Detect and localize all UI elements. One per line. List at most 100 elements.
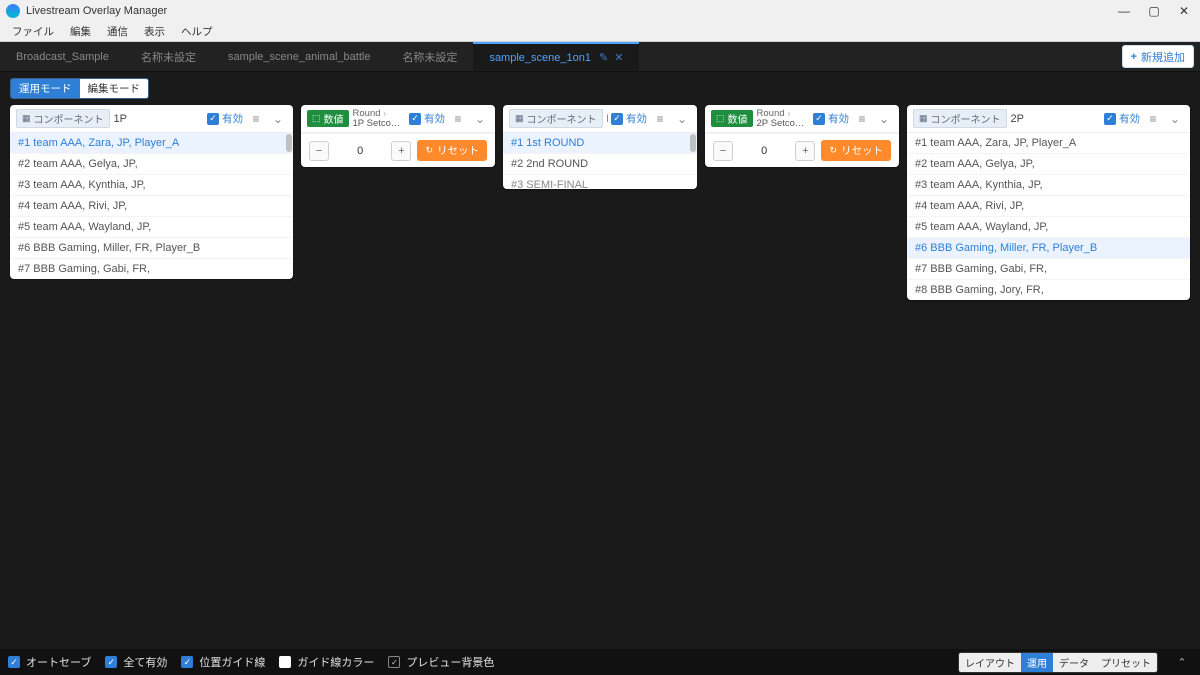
checkbox-checked-icon: ✓ [611, 113, 623, 125]
setcount-1p-value[interactable]: 0 [335, 145, 385, 157]
panel-2p-menu-icon[interactable]: ≡ [1144, 112, 1162, 126]
app-logo-icon [6, 4, 20, 18]
chevron-right-icon: › [788, 110, 791, 118]
footer-toggle-data[interactable]: データ [1053, 653, 1095, 672]
enable-label: 有効 [222, 111, 243, 126]
chevron-right-icon: › [384, 110, 387, 118]
panel-round-chevron-icon[interactable]: ⌄ [673, 112, 691, 126]
list-item[interactable]: #1 team AAA, Zara, JP, Player_A [10, 133, 293, 153]
reset-2p-button[interactable]: ↻ リセット [821, 140, 891, 161]
modebar: 運用モード 編集モード [0, 72, 1200, 105]
increment-button[interactable]: + [391, 141, 411, 161]
footer-guide[interactable]: ✓ 位置ガイド線 [181, 654, 265, 670]
panel-1p-set-menu-icon[interactable]: ≡ [449, 112, 467, 126]
panel-1p-chevron-icon[interactable]: ⌄ [269, 112, 287, 126]
list-item[interactable]: #1 team AAA, Zara, JP, Player_A [907, 133, 1190, 153]
footer: ✓ オートセーブ ✓ 全て有効 ✓ 位置ガイド線 ガイド線カラー プレビュー背景… [0, 649, 1200, 675]
tab-edit-icon[interactable]: ✎ [599, 51, 608, 64]
list-item[interactable]: #3 SEMI-FINAL [503, 174, 697, 189]
enable-label: 有効 [424, 111, 445, 126]
tab-1on1[interactable]: sample_scene_1on1 ✎ ✕ [473, 42, 639, 71]
panel-2p-set-enable[interactable]: ✓ 有効 [813, 111, 849, 126]
menu-view[interactable]: 表示 [136, 24, 173, 39]
checkbox-checked-icon: ✓ [207, 113, 219, 125]
component-badge-label: コンポーネント [931, 111, 1001, 126]
menubar: ファイル 編集 通信 表示 ヘルプ [0, 22, 1200, 42]
tab-animal-battle[interactable]: sample_scene_animal_battle [212, 42, 386, 71]
list-item[interactable]: #3 team AAA, Kynthia, JP, [10, 174, 293, 195]
decrement-button[interactable]: − [309, 141, 329, 161]
list-item[interactable]: #6 BBB Gaming, Miller, FR, Player_B [907, 237, 1190, 258]
menu-help[interactable]: ヘルプ [173, 24, 221, 39]
panel-round-menu-icon[interactable]: ≡ [651, 112, 669, 126]
list-item[interactable]: #3 team AAA, Kynthia, JP, [907, 174, 1190, 195]
list-item[interactable]: #7 BBB Gaming, Gabi, FR, [907, 258, 1190, 279]
footer-collapse-icon[interactable]: ⌃ [1172, 656, 1192, 669]
decrement-button[interactable]: − [713, 141, 733, 161]
footer-preview-bg-label: プレビュー背景色 [406, 654, 494, 670]
reset-1p-button[interactable]: ↻ リセット [417, 140, 487, 161]
panel-1p-menu-icon[interactable]: ≡ [247, 112, 265, 126]
footer-toggle-layout[interactable]: レイアウト [959, 653, 1021, 672]
setcount-2p-value[interactable]: 0 [739, 145, 789, 157]
component-icon: ▦ [919, 113, 928, 124]
list-item[interactable]: #8 BBB Gaming, Jory, FR, [907, 279, 1190, 300]
footer-autosave[interactable]: ✓ オートセーブ [8, 654, 91, 670]
footer-toggle-preset[interactable]: プリセット [1095, 653, 1157, 672]
list-item[interactable]: #4 team AAA, Rivi, JP, [907, 195, 1190, 216]
panel-1p-list: #1 team AAA, Zara, JP, Player_A #2 team … [10, 133, 293, 279]
panel-2p-enable[interactable]: ✓ 有効 [1104, 111, 1140, 126]
scrollbar[interactable] [690, 134, 696, 152]
enable-label: 有効 [828, 111, 849, 126]
color-swatch-icon [279, 656, 291, 668]
list-item[interactable]: #5 team AAA, Wayland, JP, [907, 216, 1190, 237]
scrollbar[interactable] [286, 134, 292, 152]
footer-all-enable-label: 全て有効 [123, 654, 167, 670]
increment-button[interactable]: + [795, 141, 815, 161]
component-badge: ▦ コンポーネント [16, 109, 110, 128]
maximize-button[interactable]: ▢ [1148, 5, 1160, 17]
list-item[interactable]: #4 team AAA, Rivi, JP, [10, 195, 293, 216]
mode-op-button[interactable]: 運用モード [11, 79, 80, 98]
list-item[interactable]: #2 team AAA, Gelya, JP, [10, 153, 293, 174]
panel-2p-set-menu-icon[interactable]: ≡ [853, 112, 871, 126]
panel-1p-set-chevron-icon[interactable]: ⌄ [471, 112, 489, 126]
footer-guide-color[interactable]: ガイド線カラー [279, 654, 374, 670]
panel-2p-chevron-icon[interactable]: ⌄ [1166, 112, 1184, 126]
list-item[interactable]: #6 BBB Gaming, Miller, FR, Player_B [10, 237, 293, 258]
minimize-button[interactable]: — [1118, 5, 1130, 17]
component-icon: ▦ [22, 113, 31, 124]
list-item[interactable]: #5 team AAA, Wayland, JP, [10, 216, 293, 237]
menu-edit[interactable]: 編集 [62, 24, 99, 39]
checkbox-outline-icon [388, 656, 400, 668]
tab-close-icon[interactable]: ✕ [614, 51, 623, 64]
component-badge-label: コンポーネント [527, 111, 597, 126]
panel-round-list: #1 1st ROUND #2 2nd ROUND #3 SEMI-FINAL [503, 133, 697, 189]
panel-2p-list: #1 team AAA, Zara, JP, Player_A #2 team … [907, 133, 1190, 300]
menu-file[interactable]: ファイル [4, 24, 62, 39]
panel-2p-set-top: Round [757, 109, 785, 119]
panel-1p-label: 1P [114, 113, 203, 125]
panel-1p-enable[interactable]: ✓ 有効 [207, 111, 243, 126]
mode-edit-button[interactable]: 編集モード [80, 79, 149, 98]
reset-icon: ↻ [829, 145, 837, 156]
panel-2p-set-bottom: 2P Setcount Score Display [757, 119, 809, 129]
menu-comm[interactable]: 通信 [99, 24, 136, 39]
panel-round-enable[interactable]: ✓ 有効 [611, 111, 647, 126]
tab-untitled-1[interactable]: 名称未設定 [125, 42, 212, 71]
list-item[interactable]: #2 2nd ROUND [503, 153, 697, 174]
footer-preview-bg[interactable]: プレビュー背景色 [388, 654, 494, 670]
panel-2p-set-chevron-icon[interactable]: ⌄ [875, 112, 893, 126]
panel-1p-set-enable[interactable]: ✓ 有効 [409, 111, 445, 126]
tab-broadcast-sample[interactable]: Broadcast_Sample [0, 42, 125, 71]
list-item[interactable]: #2 team AAA, Gelya, JP, [907, 153, 1190, 174]
list-item[interactable]: #7 BBB Gaming, Gabi, FR, [10, 258, 293, 279]
close-button[interactable]: ✕ [1178, 5, 1190, 17]
tab-untitled-2[interactable]: 名称未設定 [386, 42, 473, 71]
footer-all-enable[interactable]: ✓ 全て有効 [105, 654, 167, 670]
footer-toggle-op[interactable]: 運用 [1021, 653, 1053, 672]
list-item[interactable]: #1 1st ROUND [503, 133, 697, 153]
add-tab-button[interactable]: + 新規追加 [1122, 45, 1194, 68]
footer-view-toggle: レイアウト 運用 データ プリセット [958, 652, 1158, 673]
app-title: Livestream Overlay Manager [26, 5, 1118, 17]
